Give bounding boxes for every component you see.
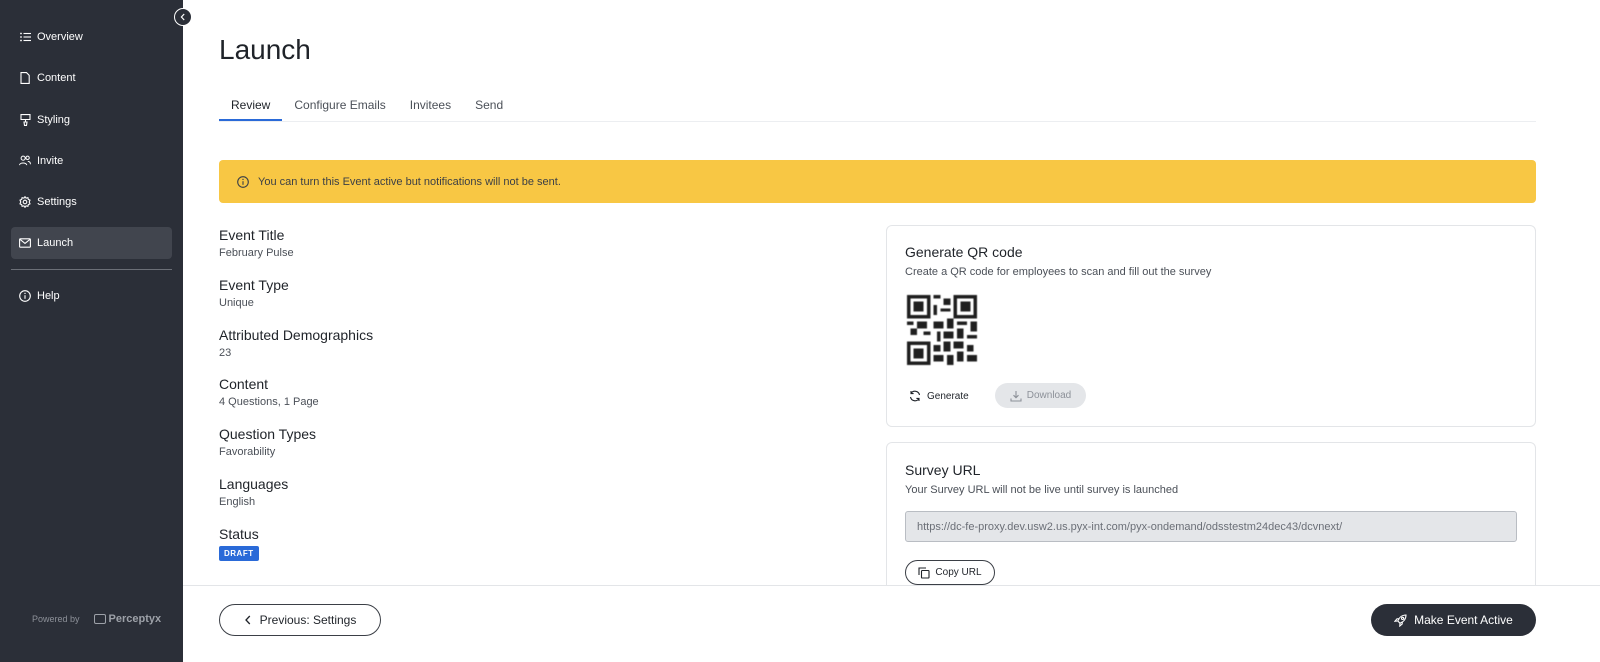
- detail-label: Content: [219, 376, 269, 393]
- sidebar-nav: Overview Content Styling Invite Settings: [11, 21, 172, 321]
- qr-card-title: Generate QR code: [905, 244, 1023, 260]
- previous-label: Previous: Settings: [259, 613, 357, 627]
- detail-status: Status DRAFT: [219, 526, 819, 576]
- generate-label: Generate: [927, 390, 969, 402]
- sidebar-item-label: Launch: [37, 237, 74, 250]
- make-event-active-button[interactable]: Make Event Active: [1371, 604, 1536, 636]
- copy-url-button[interactable]: Copy URL: [905, 560, 995, 585]
- sidebar-item-help[interactable]: Help: [11, 280, 172, 312]
- make-active-label: Make Event Active: [1414, 613, 1513, 627]
- paint-brush-icon: [19, 113, 31, 126]
- banner-text: You can turn this Event active but notif…: [258, 175, 561, 188]
- detail-label: Attributed Demographics: [219, 326, 374, 343]
- detail-content: Content 4 Questions, 1 Page: [219, 376, 819, 426]
- document-icon: [19, 72, 31, 85]
- generate-qr-button[interactable]: Generate: [909, 384, 969, 408]
- page-title: Launch: [219, 34, 311, 65]
- detail-label: Status: [219, 525, 259, 542]
- sidebar-item-label: Content: [37, 72, 76, 85]
- sidebar-item-label: Invite: [37, 154, 64, 167]
- detail-label: Languages: [219, 475, 289, 492]
- survey-url-field[interactable]: [905, 511, 1517, 542]
- brand-name: Perceptyx: [108, 613, 162, 625]
- detail-label: Question Types: [219, 426, 317, 443]
- detail-event-title: Event Title February Pulse: [219, 227, 819, 277]
- detail-value: Unique: [219, 296, 254, 309]
- warning-banner: You can turn this Event active but notif…: [219, 160, 1536, 203]
- event-details: Event Title February Pulse Event Type Un…: [219, 227, 819, 576]
- sidebar-item-label: Help: [37, 289, 60, 302]
- refresh-icon: [909, 390, 921, 402]
- tab-invitees[interactable]: Invitees: [398, 92, 463, 121]
- sidebar-item-settings[interactable]: Settings: [11, 186, 172, 218]
- qr-code-card: Generate QR code Create a QR code for em…: [886, 225, 1536, 427]
- detail-attributed-demographics: Attributed Demographics 23: [219, 327, 819, 377]
- download-label: Download: [1026, 390, 1072, 401]
- detail-languages: Languages English: [219, 476, 819, 526]
- copy-icon: [918, 566, 930, 579]
- sidebar-item-content[interactable]: Content: [11, 62, 172, 94]
- qr-card-subtitle: Create a QR code for employees to scan a…: [905, 266, 1212, 278]
- sidebar-item-label: Overview: [37, 31, 83, 43]
- sidebar-divider: [11, 268, 172, 270]
- footer-bar: Previous: Settings Make Event Active: [183, 585, 1600, 662]
- tab-configure-emails[interactable]: Configure Emails: [282, 92, 397, 121]
- gear-icon: [19, 196, 31, 209]
- detail-event-type: Event Type Unique: [219, 277, 819, 327]
- detail-label: Event Title: [219, 227, 285, 243]
- chevron-left-icon: [179, 13, 187, 21]
- sidebar-item-label: Styling: [37, 113, 71, 126]
- detail-value: Favorability: [219, 446, 276, 459]
- detail-label: Event Type: [219, 276, 289, 293]
- sidebar-item-launch[interactable]: Launch: [11, 227, 172, 260]
- copy-url-label: Copy URL: [935, 567, 982, 578]
- sidebar-item-invite[interactable]: Invite: [11, 145, 172, 177]
- url-card-title: Survey URL: [905, 462, 981, 478]
- qr-code-image: [907, 295, 977, 365]
- sidebar-item-overview[interactable]: Overview: [11, 21, 172, 53]
- perceptyx-logo-icon: [93, 614, 106, 624]
- status-badge: DRAFT: [219, 545, 259, 561]
- envelope-icon: [19, 237, 31, 249]
- powered-by-text: Powered by: [32, 614, 80, 624]
- sidebar-item-styling[interactable]: Styling: [11, 104, 172, 136]
- download-icon: [1010, 390, 1022, 402]
- brand-logo: Perceptyx: [93, 613, 162, 625]
- info-icon: [19, 289, 31, 302]
- info-icon: [237, 175, 249, 188]
- previous-settings-button[interactable]: Previous: Settings: [219, 604, 381, 636]
- users-icon: [19, 155, 31, 167]
- detail-question-types: Question Types Favorability: [219, 426, 819, 476]
- list-icon: [19, 31, 31, 43]
- collapse-sidebar-button[interactable]: [174, 8, 192, 26]
- sidebar-item-label: Settings: [37, 196, 77, 209]
- powered-by: Powered by Perceptyx: [32, 613, 161, 625]
- detail-value: 4 Questions, 1 Page: [219, 396, 319, 409]
- rocket-icon: [1394, 613, 1407, 627]
- tab-send[interactable]: Send: [463, 92, 515, 121]
- survey-url-card: Survey URL Your Survey URL will not be l…: [886, 442, 1536, 602]
- detail-value: 23: [219, 346, 232, 359]
- url-card-subtitle: Your Survey URL will not be live until s…: [905, 484, 1179, 496]
- tab-review[interactable]: Review: [219, 92, 283, 121]
- sidebar: Overview Content Styling Invite Settings: [0, 0, 183, 662]
- detail-value: February Pulse: [219, 247, 294, 259]
- detail-value: English: [219, 495, 256, 508]
- tab-bar: Review Configure Emails Invitees Send: [219, 92, 1536, 122]
- download-qr-button[interactable]: Download: [995, 383, 1086, 408]
- chevron-left-icon: [244, 615, 252, 625]
